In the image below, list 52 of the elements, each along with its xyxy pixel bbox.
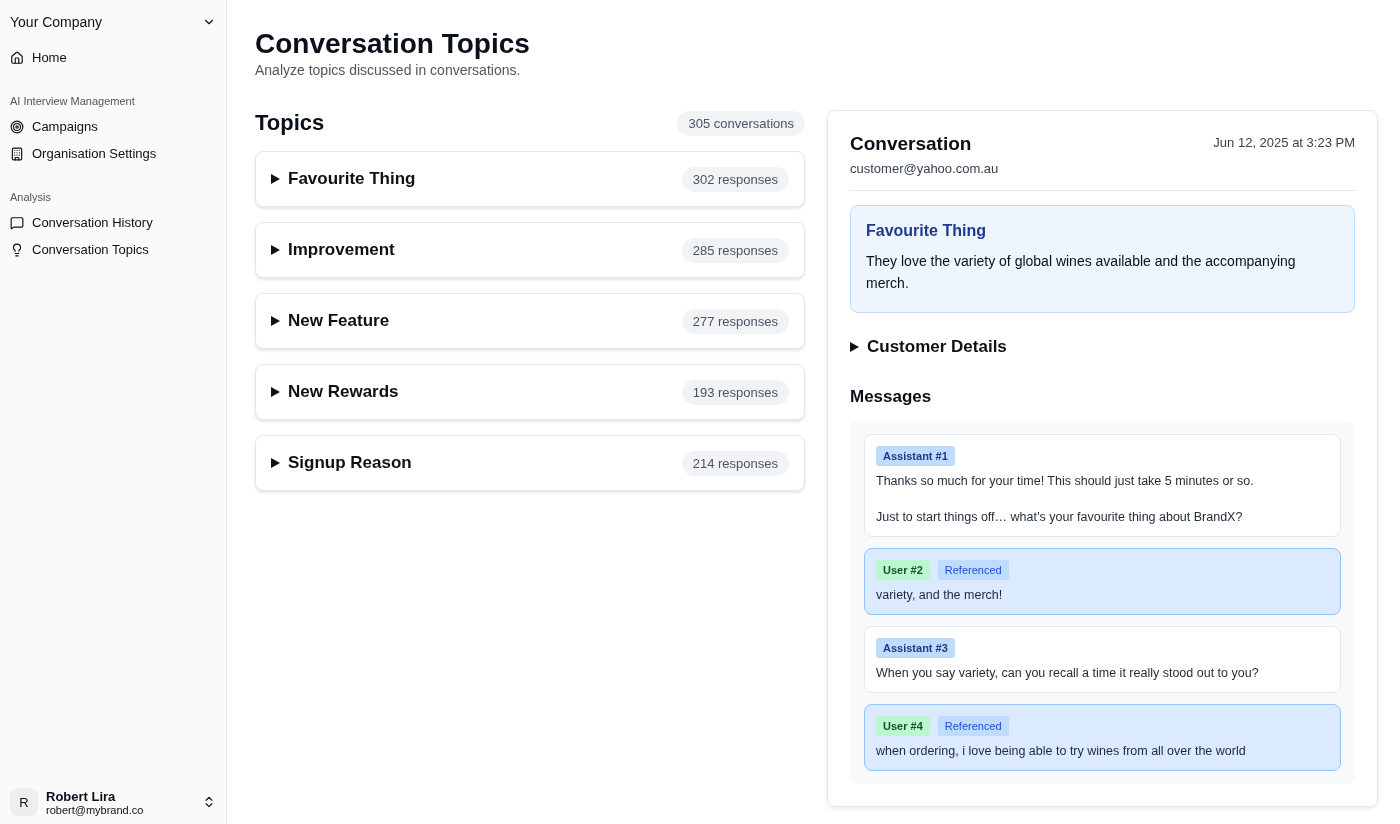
message-text: when ordering, i love being able to try wines from all over the world: [876, 743, 1247, 760]
summary-title: Favourite Thing: [866, 222, 987, 240]
page-subtitle: Analyze topics discussed in conversations.: [255, 62, 522, 78]
building-icon: [10, 146, 24, 161]
count-pill: 214 responses: [681, 450, 789, 476]
role-tag: Assistant #1: [876, 446, 955, 466]
message-text: variety, and the merch!: [876, 587, 1004, 604]
count-pill: 193 responses: [681, 379, 789, 405]
role-tag: Assistant #3: [876, 638, 955, 658]
nav-item[interactable]: Campaigns: [10, 113, 216, 140]
topic-label: Signup Reason: [288, 453, 412, 473]
panel-title: Conversation: [850, 133, 973, 155]
nav-item[interactable]: Home: [10, 44, 216, 71]
user-name: Robert Lira: [46, 788, 117, 804]
section-title: Topics: [255, 110, 325, 136]
messages-title: Messages: [850, 387, 933, 407]
topic-row[interactable]: New Feature 277 responses: [255, 293, 805, 349]
topic-row[interactable]: Improvement 285 responses: [255, 222, 805, 278]
count-pill: 302 responses: [681, 166, 789, 192]
target-icon: [10, 119, 24, 134]
nav-item[interactable]: Organisation Settings: [10, 140, 216, 167]
topic-row[interactable]: Signup Reason 214 responses: [255, 435, 805, 491]
topic-label: Improvement: [288, 240, 395, 260]
topic-row[interactable]: Favourite Thing 302 responses: [255, 151, 805, 207]
count-pill: 277 responses: [681, 308, 789, 334]
role-tag: User #2: [876, 560, 930, 580]
customer-email: customer@yahoo.com.au: [850, 161, 999, 176]
section-heading: Analysis: [10, 191, 52, 203]
nav-item[interactable]: Conversation History: [10, 209, 216, 236]
section-heading: AI Interview Management: [10, 95, 136, 107]
home-icon: [10, 50, 24, 65]
topic-label: New Rewards: [288, 382, 399, 402]
chat-bubble-icon: [10, 215, 24, 230]
conversation-date: Jun 12, 2025 at 3:23 PM: [1213, 135, 1355, 152]
count-pill: 305 conversations: [677, 110, 805, 136]
count-pill: 285 responses: [681, 237, 789, 263]
message-text: When you say variety, can you recall a time it really stood out to you?: [876, 665, 1260, 682]
topic-row[interactable]: New Rewards 193 responses: [255, 364, 805, 420]
topic-label: Favourite Thing: [288, 169, 416, 189]
message-text: Thanks so much for your time! This should just take 5 minutes or so. Just to start things off… what’s your favourite thing about BrandX?: [876, 473, 1255, 526]
nav-item[interactable]: Conversation Topics: [10, 236, 216, 263]
topic-label: New Feature: [288, 311, 390, 331]
page-title: Conversation Topics: [255, 28, 531, 60]
avatar: R: [10, 788, 38, 816]
summary-text: They love the variety of global wines available and the accompanying merch.: [866, 252, 1297, 293]
user-email: robert@mybrand.co: [46, 803, 145, 816]
company-switcher[interactable]: Your Company: [10, 0, 216, 44]
role-tag: User #4: [876, 716, 930, 736]
lightbulb-icon: [10, 242, 24, 257]
referenced-tag: Referenced: [937, 560, 1009, 580]
customer-details-toggle[interactable]: Customer Details: [850, 337, 1007, 357]
referenced-tag: Referenced: [937, 716, 1009, 736]
